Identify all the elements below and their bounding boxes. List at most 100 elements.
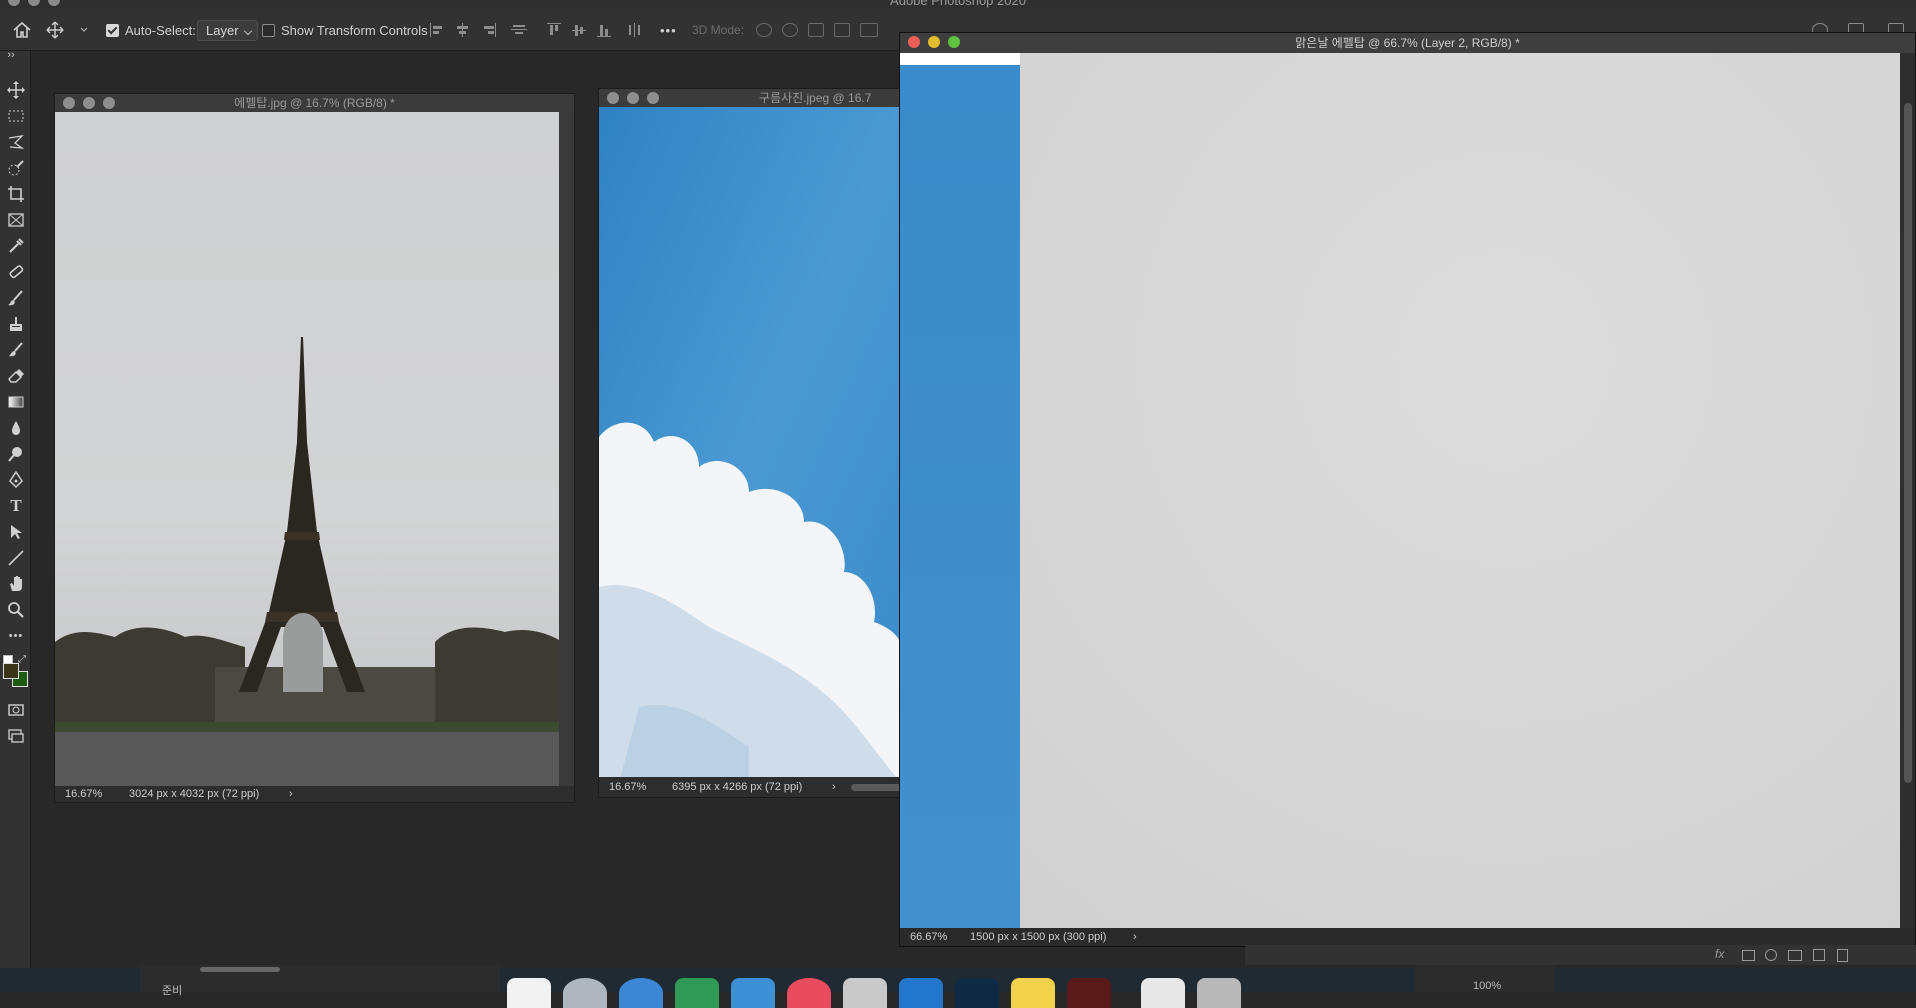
align-horizontal-centers-icon[interactable]: [455, 23, 471, 37]
document-tab-active[interactable]: 맑은날 에펠탑 @ 66.7% (Layer 2, RGB/8) *: [900, 33, 1915, 53]
show-transform-check[interactable]: [262, 23, 275, 37]
document-tab-clouds[interactable]: 구름사진.jpeg @ 16.7: [599, 89, 899, 107]
pan-3d-icon[interactable]: [808, 23, 824, 37]
align-left-edges-icon[interactable]: [430, 23, 446, 37]
lasso-tool-icon[interactable]: [7, 133, 25, 151]
vertical-scrollbar[interactable]: [1900, 53, 1915, 930]
launchpad-app-icon[interactable]: [563, 978, 607, 1008]
horizontal-scrollbar[interactable]: [851, 784, 899, 791]
quick-mask-icon[interactable]: [7, 701, 25, 719]
document-tab-eiffel[interactable]: 에펠탑.jpg @ 16.7% (RGB/8) *: [55, 94, 574, 112]
doc-minimize-button[interactable]: [83, 97, 95, 109]
screen-mode-icon[interactable]: [7, 727, 25, 745]
doc-close-button[interactable]: [908, 36, 920, 48]
status-menu-arrow[interactable]: ›: [832, 777, 836, 797]
auto-select-check[interactable]: [106, 23, 119, 37]
vscode-app-icon[interactable]: [899, 978, 943, 1008]
blur-tool-icon[interactable]: [7, 419, 25, 437]
distribute-vertical-icon[interactable]: [628, 23, 644, 37]
app-title: Adobe Photoshop 2020: [890, 0, 1026, 8]
tool-preset-chevron-icon[interactable]: [80, 10, 88, 50]
doc-minimize-button[interactable]: [627, 92, 639, 104]
line-tool-icon[interactable]: [7, 549, 25, 567]
home-icon[interactable]: [12, 10, 32, 50]
align-bottom-edges-icon[interactable]: [597, 23, 613, 37]
numbers-app-icon[interactable]: [675, 978, 719, 1008]
trash-icon[interactable]: [1197, 978, 1241, 1008]
show-transform-controls-checkbox[interactable]: Show Transform Controls: [262, 10, 428, 50]
zoom-level[interactable]: 66.67%: [910, 928, 947, 946]
layers-panel-footer: fx: [1245, 945, 1916, 965]
safari-app-icon[interactable]: [619, 978, 663, 1008]
document-status-bar: 16.67% 3024 px x 4032 px (72 ppi) ›: [55, 786, 574, 802]
mask-icon[interactable]: [1742, 950, 1755, 961]
distribute-icon[interactable]: [511, 23, 527, 37]
marquee-tool-icon[interactable]: [7, 107, 25, 125]
delete-layer-icon[interactable]: [1837, 949, 1848, 962]
more-options-button[interactable]: •••: [660, 10, 677, 50]
path-selection-tool-icon[interactable]: [7, 523, 25, 541]
fx-icon[interactable]: fx: [1715, 947, 1724, 961]
gradient-tool-icon[interactable]: [7, 393, 25, 411]
history-brush-tool-icon[interactable]: [7, 341, 25, 359]
orbit-3d-icon[interactable]: [756, 23, 772, 37]
align-right-edges-icon[interactable]: [481, 23, 497, 37]
eraser-tool-icon[interactable]: [7, 367, 25, 385]
music-app-icon[interactable]: [787, 978, 831, 1008]
swap-colors-icon[interactable]: ⤢: [18, 654, 26, 665]
document-canvas[interactable]: [599, 107, 899, 783]
vertical-scrollbar[interactable]: [559, 112, 574, 788]
foreground-color-swatch[interactable]: [3, 663, 19, 679]
brush-tool-icon[interactable]: [7, 289, 25, 307]
document-canvas[interactable]: [900, 53, 1900, 930]
group-icon[interactable]: [1788, 950, 1802, 961]
pen-tool-icon[interactable]: [7, 471, 25, 489]
document-info: 3024 px x 4032 px (72 ppi): [129, 788, 260, 800]
notes-app-icon[interactable]: [1011, 978, 1055, 1008]
vectorworks-app-icon[interactable]: [843, 978, 887, 1008]
status-menu-arrow[interactable]: ›: [1133, 928, 1137, 946]
app-icon[interactable]: [1067, 978, 1111, 1008]
document-stack-icon[interactable]: [1141, 978, 1185, 1008]
document-canvas[interactable]: [55, 112, 559, 788]
crop-tool-icon[interactable]: [7, 185, 25, 203]
zoom-level[interactable]: 16.67%: [609, 777, 646, 797]
clone-stamp-tool-icon[interactable]: [7, 315, 25, 333]
doc-close-button[interactable]: [607, 92, 619, 104]
panel-scrollbar[interactable]: [200, 967, 280, 972]
hand-tool-icon[interactable]: [7, 575, 25, 593]
dodge-tool-icon[interactable]: [7, 445, 25, 463]
zoom-tool-icon[interactable]: [7, 601, 25, 619]
scale-3d-icon[interactable]: [860, 23, 878, 37]
doc-close-button[interactable]: [63, 97, 75, 109]
type-tool-icon[interactable]: T: [7, 497, 25, 515]
align-top-edges-icon[interactable]: [547, 23, 563, 37]
doc-zoom-button[interactable]: [948, 36, 960, 48]
finder-app-icon[interactable]: [507, 978, 551, 1008]
document-window-active: 맑은날 에펠탑 @ 66.7% (Layer 2, RGB/8) * 66.67…: [899, 32, 1916, 947]
frame-tool-icon[interactable]: [7, 211, 25, 229]
document-title: 맑은날 에펠탑 @ 66.7% (Layer 2, RGB/8) *: [1295, 36, 1520, 50]
auto-select-checkbox[interactable]: Auto-Select:: [106, 10, 196, 50]
move-tool-preset-icon[interactable]: [46, 10, 64, 50]
status-menu-arrow[interactable]: ›: [289, 786, 293, 802]
auto-select-target-dropdown[interactable]: Layer: [197, 19, 258, 41]
doc-zoom-button[interactable]: [647, 92, 659, 104]
quick-selection-tool-icon[interactable]: [7, 159, 25, 177]
new-layer-icon[interactable]: [1813, 949, 1825, 961]
slide-3d-icon[interactable]: [834, 23, 850, 37]
doc-minimize-button[interactable]: [928, 36, 940, 48]
align-vertical-centers-icon[interactable]: [572, 23, 588, 37]
edit-toolbar-button[interactable]: •••: [7, 627, 25, 645]
eyedropper-tool-icon[interactable]: [7, 237, 25, 255]
adjustment-icon[interactable]: [1765, 949, 1777, 961]
eiffel-tower-photo: [55, 112, 559, 788]
zoom-level[interactable]: 16.67%: [65, 786, 102, 802]
collapse-panel-icon[interactable]: ››: [2, 46, 20, 64]
roll-3d-icon[interactable]: [782, 23, 798, 37]
photoshop-app-icon[interactable]: [955, 978, 999, 1008]
move-tool-icon[interactable]: [7, 81, 25, 99]
healing-brush-tool-icon[interactable]: [7, 263, 25, 281]
mail-app-icon[interactable]: [731, 978, 775, 1008]
doc-zoom-button[interactable]: [103, 97, 115, 109]
